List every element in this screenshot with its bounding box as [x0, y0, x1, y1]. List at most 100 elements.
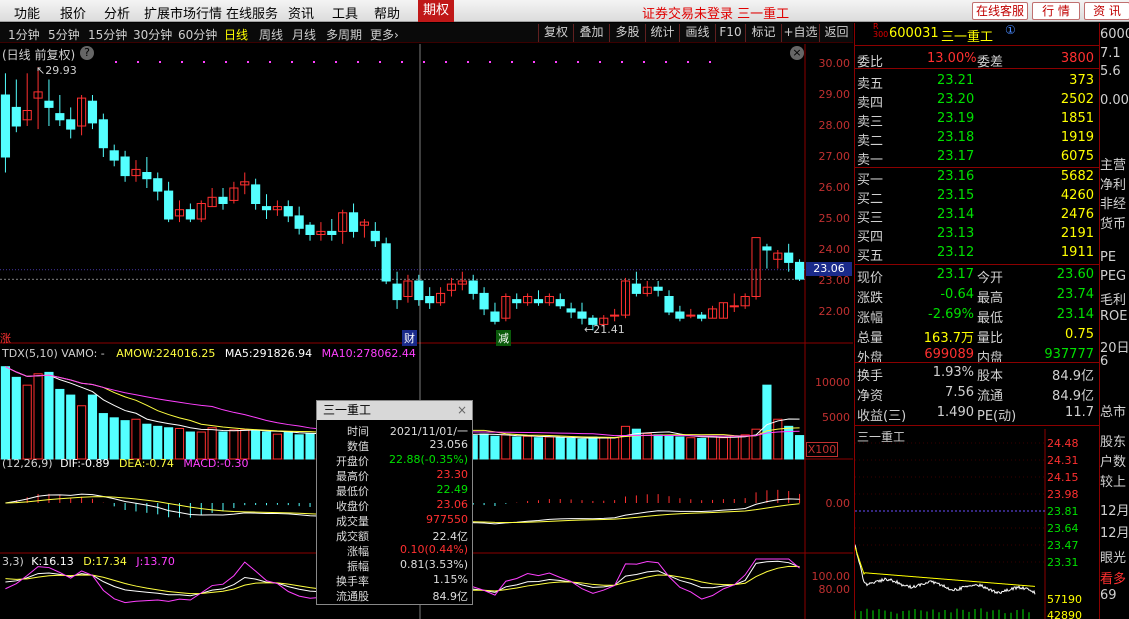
mark-button[interactable]: 标记 [745, 24, 781, 42]
buy-level[interactable]: 买二 23.15 4260 [855, 187, 1100, 206]
sell-level[interactable]: 卖五 23.21 373 [855, 72, 1100, 91]
far-right-item: 6 [1100, 354, 1108, 369]
buy-level[interactable]: 买三 23.14 2476 [855, 206, 1100, 225]
tooltip-row: 涨幅 0.10(0.44%) [317, 543, 472, 557]
back-button[interactable]: 返回 [819, 24, 853, 42]
data-tooltip-window[interactable]: 三一重工 × 时间 2021/11/01/一 数值 23.056 开盘价 22.88(-0.… [316, 400, 473, 605]
dot-marker [313, 61, 315, 63]
tooltip-title[interactable]: 三一重工 × [317, 401, 472, 420]
candle-body [284, 207, 292, 216]
menu-options[interactable]: 期权 [418, 0, 454, 22]
volume-bar [165, 428, 173, 459]
tooltip-value: 0.10(0.44%) [400, 543, 468, 556]
menu-function[interactable]: 功能 [14, 3, 40, 22]
dot-marker [467, 61, 469, 63]
reduce-marker[interactable]: 减 [496, 330, 511, 346]
menu-help[interactable]: 帮助 [374, 3, 400, 22]
period-30min[interactable]: 30分钟 [133, 26, 172, 43]
statistics-button[interactable]: 统计 [645, 24, 679, 42]
market-button[interactable]: 行 情 [1032, 2, 1080, 20]
close-icon[interactable]: × [790, 46, 804, 60]
finance-marker[interactable]: 财 [402, 330, 417, 346]
candle-body [578, 312, 586, 318]
stat-label: 总量 [857, 327, 883, 346]
period-5min[interactable]: 5分钟 [48, 26, 80, 43]
candle-body [219, 197, 227, 203]
price-axis-label: 28.00 [806, 119, 850, 132]
f10-button[interactable]: F10 [715, 24, 745, 42]
candle-body [110, 151, 118, 160]
period-15min[interactable]: 15分钟 [88, 26, 127, 43]
stat-value: -2.69% [928, 307, 974, 322]
period-monthly[interactable]: 月线 [292, 26, 316, 43]
book-volume: 1919 [1061, 130, 1094, 145]
period-60min[interactable]: 60分钟 [178, 26, 217, 43]
stat-label-2: 最高 [977, 287, 1003, 306]
dot-marker [357, 61, 359, 63]
period-1min[interactable]: 1分钟 [8, 26, 40, 43]
candle-body [795, 262, 803, 279]
k-value: 16.13 [42, 555, 74, 568]
menu-online-service[interactable]: 在线服务 [226, 3, 278, 22]
sell-level[interactable]: 卖三 23.19 1851 [855, 110, 1100, 129]
menu-news[interactable]: 资讯 [288, 3, 314, 22]
far-right-item: 0.00 [1100, 93, 1129, 108]
tooltip-key: 涨幅 [319, 543, 369, 559]
macd-prefix: (12,26,9) [2, 457, 53, 470]
menu-extended-market[interactable]: 扩展市场行情 [144, 3, 222, 22]
volume-bar [186, 432, 194, 459]
stat-label-2: 最低 [977, 307, 1003, 326]
info-button[interactable]: 资 讯 [1084, 2, 1129, 20]
tooltip-key: 最低价 [319, 483, 369, 499]
hs300-badge: R 300 [873, 23, 888, 39]
period-multi[interactable]: 多周期 [326, 26, 362, 43]
menu-tools[interactable]: 工具 [332, 3, 358, 22]
help-icon[interactable]: ? [80, 46, 94, 60]
volume-bar [208, 428, 216, 459]
tooltip-value: 22.88(-0.35%) [389, 453, 468, 466]
divider [855, 425, 1100, 426]
sell-level[interactable]: 卖四 23.20 2502 [855, 91, 1100, 110]
volume-bar [687, 438, 695, 459]
online-support-button[interactable]: 在线客服 [972, 2, 1028, 20]
sell-level[interactable]: 卖二 23.18 1919 [855, 129, 1100, 148]
period-more[interactable]: 更多› [370, 26, 399, 43]
menu-analysis[interactable]: 分析 [104, 3, 130, 22]
tooltip-key: 数值 [319, 438, 369, 454]
close-icon[interactable]: × [457, 401, 467, 420]
ma5-value: 291826.94 [253, 347, 313, 360]
volume-bar [643, 433, 651, 459]
candle-body [328, 231, 336, 234]
book-price: 23.16 [937, 169, 974, 184]
period-daily[interactable]: 日线 [224, 26, 248, 43]
stat-row: 净资 7.56 流通 84.9亿 [855, 384, 1100, 403]
buy-level[interactable]: 买五 23.12 1911 [855, 244, 1100, 263]
buy-level[interactable]: 买四 23.13 2191 [855, 225, 1100, 244]
buy-level[interactable]: 买一 23.16 5682 [855, 168, 1100, 187]
add-watchlist-button[interactable]: +自选 [781, 24, 819, 42]
stat-value: 699089 [924, 347, 974, 362]
dea-label: DEA: [119, 457, 145, 470]
volume-bar [34, 374, 42, 459]
info-icon[interactable]: ① [1005, 23, 1016, 37]
book-label: 卖三 [857, 111, 883, 130]
dot-marker [269, 61, 271, 63]
menu-quote[interactable]: 报价 [60, 3, 86, 22]
multi-stock-button[interactable]: 多股 [609, 24, 645, 42]
overlay-button[interactable]: 叠加 [573, 24, 609, 42]
period-weekly[interactable]: 周线 [259, 26, 283, 43]
book-price: 23.19 [937, 111, 974, 126]
tooltip-title-text: 三一重工 [323, 403, 371, 417]
draw-line-button[interactable]: 画线 [679, 24, 715, 42]
mini-axis-label: 23.98 [1047, 488, 1079, 501]
mini-intraday-chart[interactable]: 24.48 24.31 24.15 23.98 23.81 23.64 23.47 23.31… [855, 429, 1100, 619]
dot-marker [203, 61, 205, 63]
dot-marker [115, 61, 117, 63]
candle-body [611, 315, 619, 316]
ma10-value: 278062.44 [356, 347, 416, 360]
candle-body [785, 253, 793, 262]
sell-level[interactable]: 卖一 23.17 6075 [855, 148, 1100, 167]
tooltip-value: 2021/11/01/一 [390, 423, 468, 439]
adjust-button[interactable]: 复权 [538, 24, 573, 42]
book-volume: 2191 [1061, 226, 1094, 241]
